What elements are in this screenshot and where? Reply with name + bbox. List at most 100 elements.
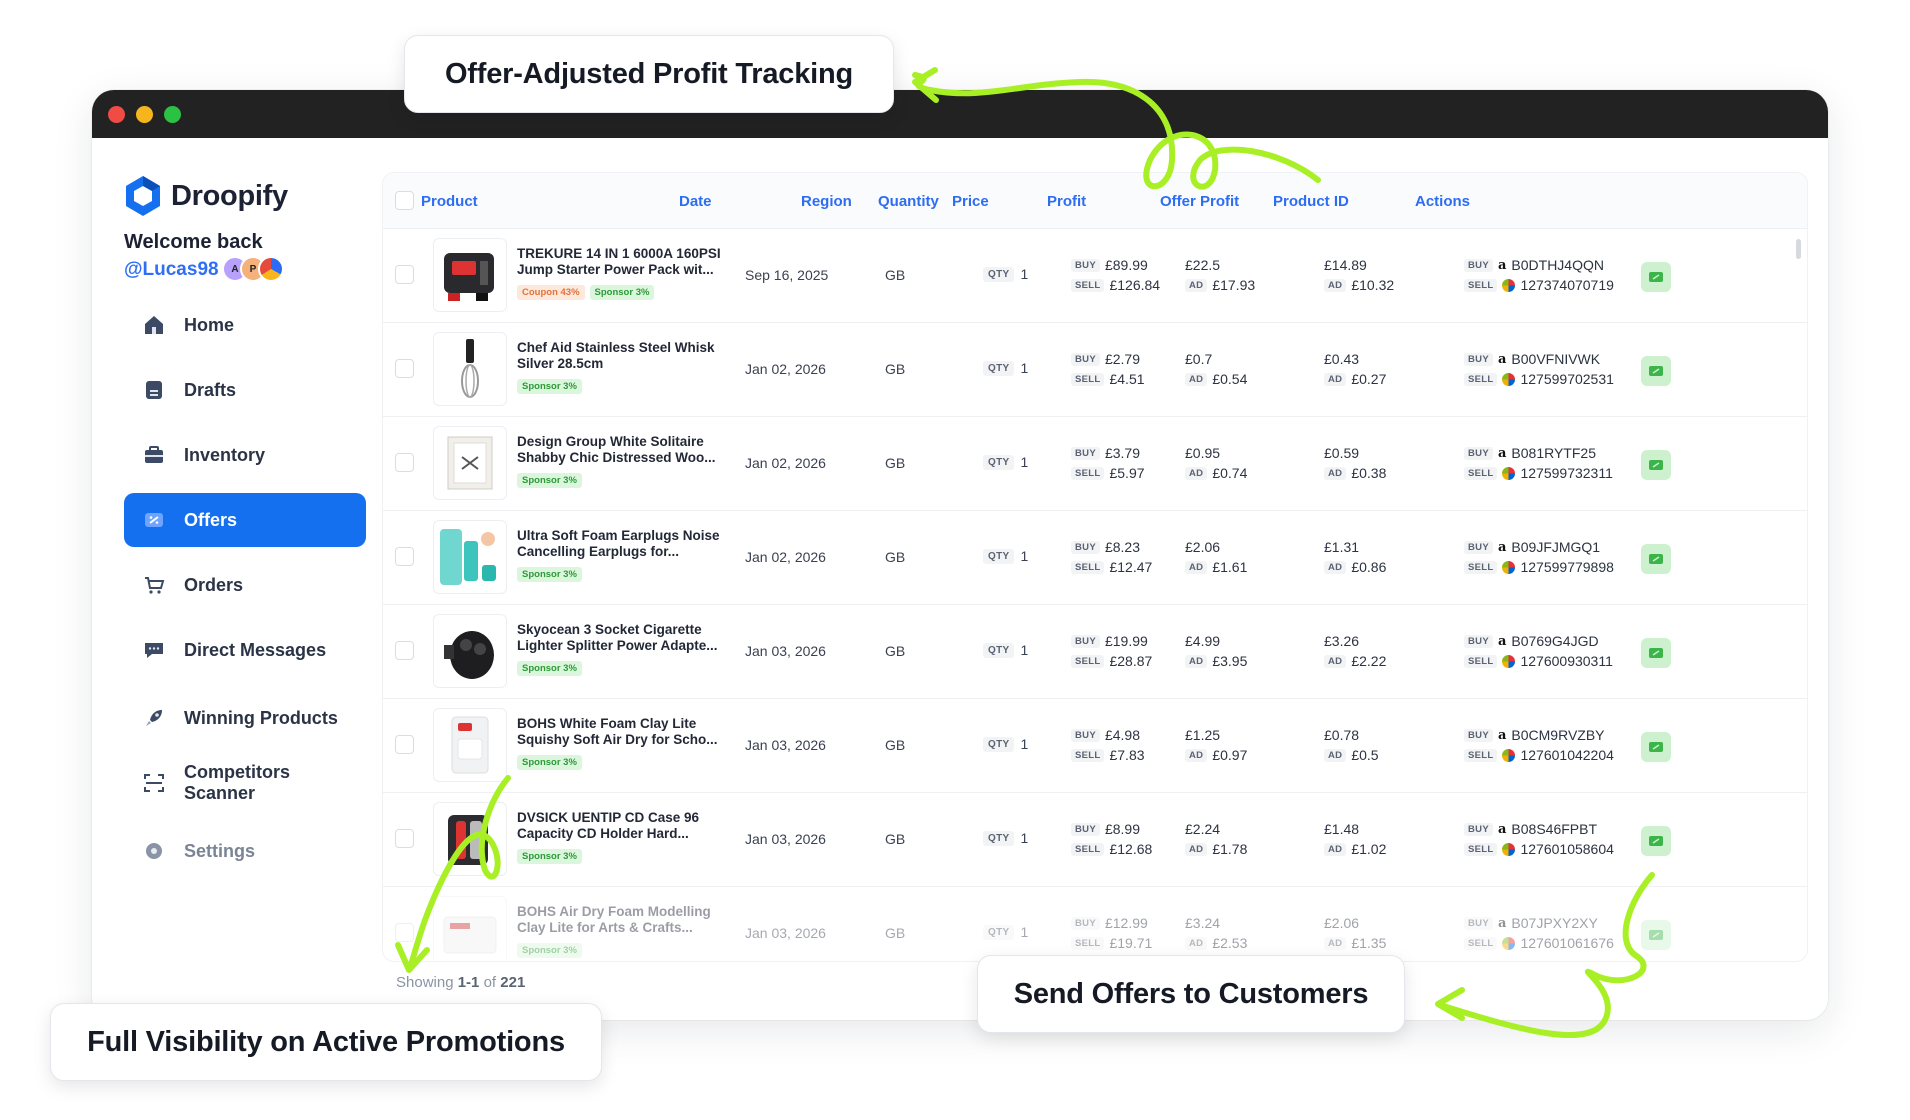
row-checkbox[interactable]: [395, 547, 414, 566]
table-row[interactable]: Chef Aid Stainless Steel Whisk Silver 28…: [383, 323, 1807, 417]
table-row[interactable]: Ultra Soft Foam Earplugs Noise Cancellin…: [383, 511, 1807, 605]
order-date: Jan 03, 2026: [745, 831, 826, 847]
ebay-item-id[interactable]: 127374070719: [1520, 277, 1613, 293]
product-name[interactable]: BOHS Air Dry Foam Modelling Clay Lite fo…: [517, 904, 722, 936]
column-header-actions[interactable]: Actions: [1415, 193, 1470, 210]
send-offer-button[interactable]: [1641, 262, 1671, 292]
send-offer-button[interactable]: [1641, 450, 1671, 480]
row-checkbox[interactable]: [395, 641, 414, 660]
close-window-button[interactable]: [108, 106, 125, 123]
offer-profit-ad-value: £10.32: [1351, 277, 1395, 293]
minimize-window-button[interactable]: [136, 106, 153, 123]
send-offer-button[interactable]: [1641, 356, 1671, 386]
product-thumbnail[interactable]: [433, 332, 507, 406]
sidebar-item-orders[interactable]: Orders: [124, 558, 366, 612]
product-name[interactable]: Design Group White Solitaire Shabby Chic…: [517, 434, 722, 466]
product-thumbnail[interactable]: [433, 238, 507, 312]
profit-ad-value: £17.93: [1212, 277, 1256, 293]
select-all-checkbox[interactable]: [395, 191, 414, 210]
column-header-price[interactable]: Price: [952, 193, 989, 210]
sell-key: SELL: [1071, 372, 1105, 386]
sidebar-item-winning-products[interactable]: Winning Products: [124, 691, 366, 745]
amazon-asin[interactable]: B0769G4JGD: [1511, 633, 1598, 649]
row-checkbox[interactable]: [395, 829, 414, 848]
brand[interactable]: Droopify: [123, 174, 288, 218]
offer-profit-value: £1.31: [1324, 539, 1360, 555]
sidebar-item-drafts[interactable]: Drafts: [124, 363, 366, 417]
column-header-product-id[interactable]: Product ID: [1273, 193, 1349, 210]
offer-profit-value: £14.89: [1324, 257, 1367, 273]
sidebar-item-inventory[interactable]: Inventory: [124, 428, 366, 482]
column-header-profit[interactable]: Profit: [1047, 193, 1086, 210]
ebay-item-id[interactable]: 127601058604: [1520, 841, 1613, 857]
column-header-product[interactable]: Product: [421, 193, 478, 210]
sidebar-item-competitors-scanner[interactable]: Competitors Scanner: [124, 756, 366, 810]
table-row[interactable]: BOHS Air Dry Foam Modelling Clay Lite fo…: [383, 887, 1807, 961]
product-name[interactable]: Ultra Soft Foam Earplugs Noise Cancellin…: [517, 528, 722, 560]
column-header-date[interactable]: Date: [679, 193, 712, 210]
sidebar-item-offers[interactable]: Offers: [124, 493, 366, 547]
sidebar-item-home[interactable]: Home: [124, 298, 366, 352]
amazon-asin[interactable]: B0DTHJ4QQN: [1511, 257, 1604, 273]
product-thumbnail[interactable]: [433, 520, 507, 594]
product-name[interactable]: Chef Aid Stainless Steel Whisk Silver 28…: [517, 340, 722, 372]
table-row[interactable]: Design Group White Solitaire Shabby Chic…: [383, 417, 1807, 511]
product-name[interactable]: TREKURE 14 IN 1 6000A 160PSI Jump Starte…: [517, 246, 722, 278]
ebay-item-id[interactable]: 127599732311: [1520, 465, 1612, 481]
amazon-asin[interactable]: B081RYTF25: [1511, 445, 1596, 461]
ebay-item-id[interactable]: 127601061676: [1520, 935, 1613, 951]
product-name[interactable]: BOHS White Foam Clay Lite Squishy Soft A…: [517, 716, 722, 748]
marketplace-avatar-icon[interactable]: [258, 256, 284, 282]
product-id-cell: BUY a B081RYTF25 SELL 127599732311: [1464, 443, 1613, 483]
send-offer-button[interactable]: [1641, 544, 1671, 574]
amazon-asin[interactable]: B09JFJMGQ1: [1511, 539, 1600, 555]
table-row[interactable]: DVSICK UENTIP CD Case 96 Capacity CD Hol…: [383, 793, 1807, 887]
row-checkbox[interactable]: [395, 265, 414, 284]
qty-number: 1: [1020, 642, 1029, 658]
amazon-asin[interactable]: B08S46FPBT: [1511, 821, 1597, 837]
row-checkbox[interactable]: [395, 359, 414, 378]
sell-key: SELL: [1464, 560, 1498, 574]
quantity-value: QTY 1: [983, 830, 1028, 846]
table-row[interactable]: BOHS White Foam Clay Lite Squishy Soft A…: [383, 699, 1807, 793]
column-header-offer-profit[interactable]: Offer Profit: [1160, 193, 1239, 210]
offer-profit-value: £0.43: [1324, 351, 1360, 367]
row-checkbox[interactable]: [395, 735, 414, 754]
send-offer-button[interactable]: [1641, 920, 1671, 950]
sidebar-item-settings[interactable]: Settings: [124, 824, 366, 878]
profit-ad-value: £0.54: [1212, 371, 1248, 387]
table-scrollbar[interactable]: [1796, 239, 1801, 259]
product-thumbnail[interactable]: [433, 614, 507, 688]
maximize-window-button[interactable]: [164, 106, 181, 123]
row-checkbox[interactable]: [395, 923, 414, 942]
product-thumbnail[interactable]: [433, 426, 507, 500]
row-checkbox[interactable]: [395, 453, 414, 472]
column-header-region[interactable]: Region: [801, 193, 852, 210]
send-offer-button[interactable]: [1641, 826, 1671, 856]
ebay-item-id[interactable]: 127600930311: [1520, 653, 1612, 669]
profit-value: £2.06: [1185, 539, 1221, 555]
sidebar-item-direct-messages[interactable]: Direct Messages: [124, 623, 366, 677]
ebay-item-id[interactable]: 127601042204: [1520, 747, 1613, 763]
send-offer-button[interactable]: [1641, 732, 1671, 762]
amazon-asin[interactable]: B00VFNIVWK: [1511, 351, 1600, 367]
column-header-quantity[interactable]: Quantity: [878, 193, 939, 210]
account-avatars[interactable]: A P: [222, 256, 284, 282]
offer-profit-cell: £1.48 AD £1.02: [1324, 819, 1386, 859]
user-handle[interactable]: @Lucas98: [124, 259, 219, 281]
ebay-item-id[interactable]: 127599779898: [1520, 559, 1613, 575]
amazon-asin[interactable]: B07JPXY2XY: [1511, 915, 1597, 931]
chat-icon: [140, 636, 168, 664]
table-row[interactable]: Skyocean 3 Socket Cigarette Lighter Spli…: [383, 605, 1807, 699]
ebay-item-id[interactable]: 127599702531: [1520, 371, 1613, 387]
sell-key: SELL: [1464, 842, 1498, 856]
amazon-asin[interactable]: B0CM9RVZBY: [1511, 727, 1604, 743]
table-row[interactable]: TREKURE 14 IN 1 6000A 160PSI Jump Starte…: [383, 229, 1807, 323]
product-thumbnail[interactable]: [433, 896, 507, 961]
send-offer-button[interactable]: [1641, 638, 1671, 668]
droopify-logo-icon: [126, 176, 160, 216]
product-name[interactable]: DVSICK UENTIP CD Case 96 Capacity CD Hol…: [517, 810, 722, 842]
product-thumbnail[interactable]: [433, 802, 507, 876]
product-thumbnail[interactable]: [433, 708, 507, 782]
product-name[interactable]: Skyocean 3 Socket Cigarette Lighter Spli…: [517, 622, 722, 654]
